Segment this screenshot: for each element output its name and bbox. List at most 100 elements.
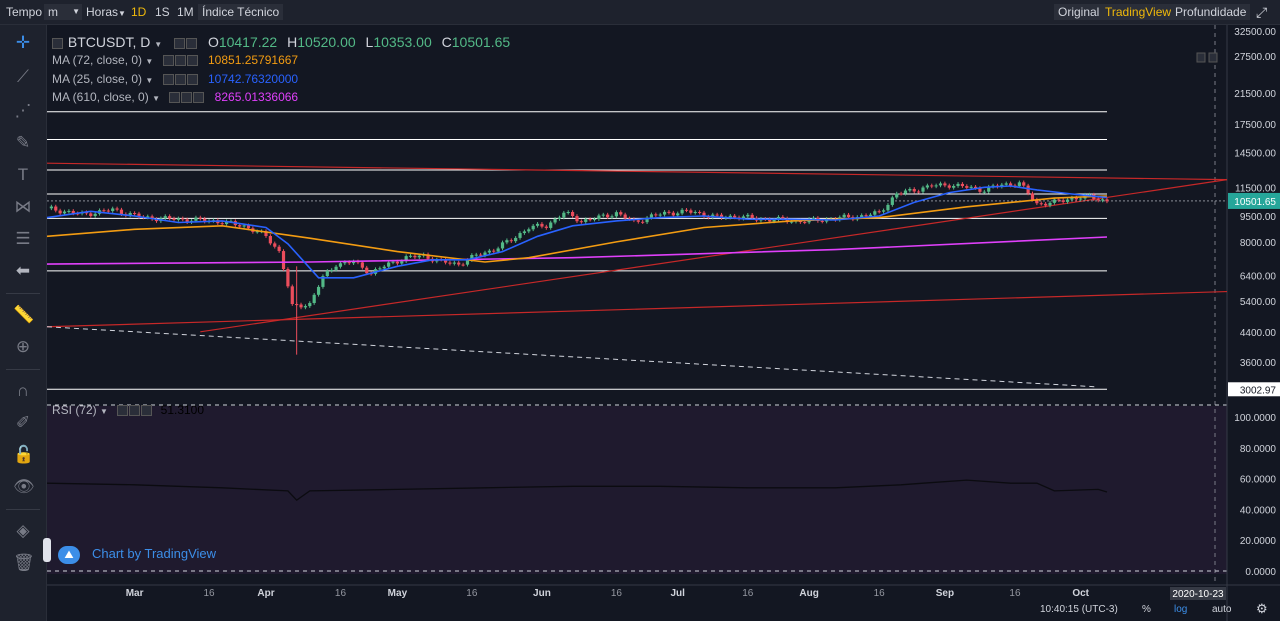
candle-body <box>492 250 496 252</box>
candle-body <box>500 242 505 249</box>
candle-body <box>461 264 465 266</box>
candle-body <box>365 267 369 274</box>
tradingview-watermark[interactable]: ⛰ Chart by TradingView <box>58 543 216 565</box>
lock-drawings-icon[interactable]: ✐ <box>13 413 33 433</box>
close-icon[interactable] <box>186 55 198 67</box>
price-tick-label: 4400.00 <box>1240 328 1277 339</box>
zoom-icon[interactable]: ⊕ <box>13 337 33 357</box>
settings-icon[interactable] <box>162 74 174 86</box>
chevron-down-icon[interactable]: ▼ <box>145 76 153 85</box>
candle-body <box>846 214 851 218</box>
candle-body <box>566 212 570 214</box>
gear-icon[interactable]: ⚙ <box>1256 601 1268 617</box>
chart-canvas[interactable]: 32500.00 27500.00 21500.00 17500.00 14500.00… <box>47 25 1280 621</box>
ma610-legend: MA (610, close, 0) ▼ 8265.01336066 <box>52 90 298 104</box>
fib-icon[interactable]: ⋰ <box>13 101 33 121</box>
auto-toggle[interactable]: auto <box>1212 604 1231 615</box>
settings-icon[interactable] <box>174 37 186 49</box>
candle-body <box>382 266 386 269</box>
candle-body <box>886 204 890 211</box>
rsi-tick-label: 20.0000 <box>1240 536 1277 547</box>
eye-icon[interactable] <box>181 92 193 104</box>
interval-select[interactable]: m ▼ <box>44 4 82 20</box>
time-tick-label: Apr <box>257 588 274 599</box>
candle-body <box>303 306 308 308</box>
view-original[interactable]: Original <box>1054 4 1104 20</box>
horas-select[interactable]: Horas▼ <box>82 4 130 20</box>
candle-body <box>553 218 557 223</box>
candle-body <box>133 213 137 215</box>
candle-body <box>575 216 579 222</box>
interval-1m[interactable]: 1M <box>173 4 198 20</box>
settings-icon[interactable] <box>169 92 181 104</box>
settings-icon[interactable] <box>117 405 129 417</box>
percent-toggle[interactable]: % <box>1142 604 1151 615</box>
magnet-icon[interactable]: ∩ <box>13 381 33 401</box>
view-profundidade[interactable]: Profundidade <box>1171 4 1251 20</box>
ma72-label[interactable]: MA (72, close, 0) <box>52 53 142 67</box>
pattern-icon[interactable]: ⋈ <box>13 197 33 217</box>
candle-body <box>395 261 399 264</box>
rsi-tick-label: 80.0000 <box>1240 444 1277 455</box>
rsi-label[interactable]: RSI (72) <box>52 403 97 417</box>
trend-line-icon[interactable]: ⟋ <box>13 67 33 87</box>
close-icon[interactable] <box>141 405 153 417</box>
candle-body <box>400 261 404 264</box>
symbol-label[interactable]: BTCUSDT, D <box>68 34 150 50</box>
layers-icon[interactable]: ◈ <box>13 521 33 541</box>
ma610-label[interactable]: MA (610, close, 0) <box>52 90 149 104</box>
candle-body <box>1022 182 1026 186</box>
fullscreen-icon[interactable]: ⤢ <box>1252 4 1271 20</box>
eye-icon[interactable] <box>129 405 141 417</box>
candle-body <box>938 183 943 186</box>
ma25-label[interactable]: MA (25, close, 0) <box>52 72 142 86</box>
back-arrow-icon[interactable]: ⬅ <box>13 261 33 281</box>
time-tick-label: 16 <box>611 588 623 599</box>
close-icon[interactable] <box>193 92 205 104</box>
ohlc-o-label: O <box>207 34 219 50</box>
eye-icon[interactable] <box>174 74 186 86</box>
settings-icon[interactable] <box>162 55 174 67</box>
candle-body <box>1004 183 1008 185</box>
collapse-icon[interactable] <box>52 37 63 49</box>
chevron-down-icon[interactable]: ▼ <box>154 40 162 49</box>
eye-icon[interactable] <box>174 55 186 67</box>
chevron-down-icon[interactable]: ▼ <box>152 94 160 103</box>
candle-body <box>610 216 614 218</box>
brush-icon[interactable]: ✎ <box>13 133 33 153</box>
candle-body <box>330 269 334 271</box>
interval-1d[interactable]: 1D <box>127 4 150 20</box>
candle-body <box>676 213 680 216</box>
rsi-tick-label: 0.0000 <box>1245 567 1276 578</box>
panel-toggle-handle[interactable] <box>43 538 51 562</box>
chevron-down-icon[interactable]: ▼ <box>100 407 108 416</box>
candle-body <box>571 212 575 217</box>
candle-body <box>680 209 684 214</box>
candle-body <box>597 215 601 220</box>
interval-1s[interactable]: 1S <box>151 4 174 20</box>
ruler-icon[interactable]: 📏 <box>13 305 34 325</box>
candle-body <box>1065 199 1070 202</box>
crosshair-icon[interactable]: ✛ <box>13 33 33 53</box>
candle-body <box>496 248 500 252</box>
price-tick-label: 5400.00 <box>1240 297 1277 308</box>
close-icon[interactable] <box>186 74 198 86</box>
chevron-down-icon[interactable]: ▼ <box>145 57 153 66</box>
candle-body <box>316 286 321 295</box>
candle-body <box>549 222 553 228</box>
candle-body <box>912 188 916 192</box>
view-tradingview[interactable]: TradingView <box>1101 4 1176 20</box>
trash-icon[interactable]: 🗑 <box>13 553 35 573</box>
candle-body <box>908 188 912 191</box>
eye-icon[interactable]: 👁 <box>13 477 35 497</box>
prediction-icon[interactable]: ☰ <box>13 229 33 249</box>
indicators-button[interactable]: Índice Técnico <box>198 4 284 20</box>
lock-icon[interactable]: 🔓 <box>13 445 34 465</box>
time-tick-label: Sep <box>936 588 954 599</box>
candle-body <box>312 294 316 304</box>
ohlc-open: 10417.22 <box>218 34 278 50</box>
candle-body <box>168 216 172 219</box>
text-icon[interactable]: T <box>13 165 33 185</box>
eye-icon[interactable] <box>186 37 198 49</box>
log-toggle[interactable]: log <box>1174 604 1187 615</box>
